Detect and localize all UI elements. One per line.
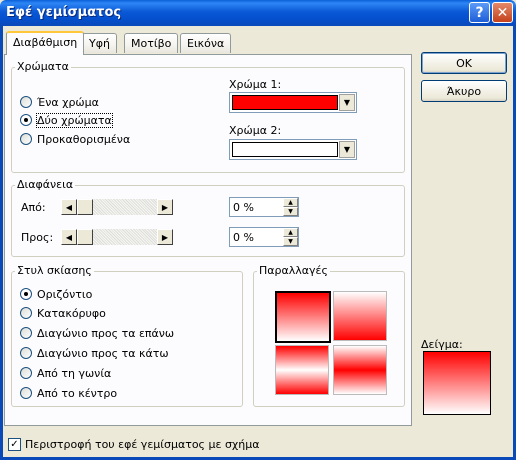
color1-dropdown[interactable]: ▼ — [229, 92, 357, 113]
transparency-to-label: Προς: — [21, 231, 54, 244]
spin-up-icon[interactable]: ▲ — [283, 198, 298, 207]
color2-swatch — [232, 142, 338, 157]
transparency-from-value[interactable]: 0 % — [233, 201, 254, 214]
scroll-right-icon[interactable]: ▶ — [157, 229, 173, 245]
tab-texture-label: Υφή — [89, 37, 110, 50]
spin-up-icon[interactable]: ▲ — [283, 228, 298, 237]
color1-swatch — [232, 95, 338, 110]
radio-preset-label[interactable]: Προκαθορισμένα — [37, 133, 130, 146]
transparency-to-value[interactable]: 0 % — [233, 231, 254, 244]
variant-tile-3[interactable] — [275, 345, 329, 395]
color1-label: Χρώμα 1: — [229, 78, 282, 91]
radio-one-color[interactable] — [20, 96, 32, 108]
variant-tile-1[interactable] — [275, 291, 331, 343]
radio-two-colors-label[interactable]: Δύο χρώματα — [36, 113, 113, 128]
tab-picture-label: Εικόνα — [187, 37, 225, 50]
rotate-fill-checkbox[interactable]: ✓ — [8, 438, 21, 451]
tab-gradient-label: Διαβάθμιση — [13, 36, 78, 49]
radio-one-color-label[interactable]: Ένα χρώμα — [37, 96, 99, 109]
help-button[interactable]: ? — [469, 2, 490, 23]
tab-pattern-label: Μοτίβο — [131, 37, 172, 50]
radio-diagonal-up[interactable] — [20, 327, 32, 339]
sample-label: Δείγμα: — [421, 338, 463, 351]
radio-diagonal-up-label[interactable]: Διαγώνιο προς τα επάνω — [37, 327, 174, 340]
scroll-left-icon[interactable]: ◀ — [61, 229, 77, 245]
ok-button[interactable]: OK — [421, 52, 507, 74]
scroll-left-icon[interactable]: ◀ — [61, 199, 77, 215]
scroll-right-icon[interactable]: ▶ — [157, 199, 173, 215]
radio-vertical-label[interactable]: Κατακόρυφο — [37, 307, 106, 320]
radio-horizontal[interactable] — [20, 288, 32, 300]
variant-tile-4[interactable] — [333, 345, 387, 395]
transparency-from-slider[interactable]: ◀ ▶ — [61, 199, 173, 215]
ok-button-label: OK — [456, 56, 472, 70]
transparency-to-spinner[interactable]: 0 % ▲ ▼ — [229, 227, 299, 247]
cancel-button[interactable]: Άκυρο — [421, 80, 507, 102]
radio-vertical[interactable] — [20, 307, 32, 319]
cancel-button-label: Άκυρο — [446, 84, 482, 98]
rotate-fill-label[interactable]: Περιστροφή του εφέ γεμίσματος με σχήμα — [25, 438, 260, 451]
close-button[interactable]: ✕ — [492, 2, 513, 23]
radio-from-center-label[interactable]: Από το κέντρο — [37, 387, 117, 400]
scroll-thumb[interactable] — [77, 199, 93, 215]
chevron-down-icon[interactable]: ▼ — [339, 94, 355, 111]
color2-label: Χρώμα 2: — [229, 124, 282, 137]
scroll-thumb[interactable] — [77, 229, 93, 245]
chevron-down-icon[interactable]: ▼ — [339, 141, 355, 158]
sample-preview — [423, 351, 491, 415]
radio-diagonal-down-label[interactable]: Διαγώνιο προς τα κάτω — [37, 347, 169, 360]
transparency-group-title: Διαφάνεια — [15, 178, 76, 191]
variants-group-title: Παραλλαγές — [257, 264, 330, 277]
title-bar[interactable]: Εφέ γεμίσματος ? ✕ — [0, 0, 516, 26]
variant-tile-2[interactable] — [333, 291, 387, 341]
transparency-group — [11, 185, 405, 257]
radio-two-colors[interactable] — [20, 114, 32, 126]
radio-from-corner-label[interactable]: Από τη γωνία — [37, 367, 111, 380]
radio-from-center[interactable] — [20, 387, 32, 399]
tab-texture[interactable]: Υφή — [82, 33, 117, 53]
colors-group-title: Χρώματα — [15, 60, 71, 73]
radio-preset[interactable] — [20, 133, 32, 145]
spin-down-icon[interactable]: ▼ — [283, 237, 298, 246]
color2-dropdown[interactable]: ▼ — [229, 139, 357, 160]
radio-diagonal-down[interactable] — [20, 347, 32, 359]
shading-styles-group-title: Στυλ σκίασης — [15, 264, 94, 277]
window-title: Εφέ γεμίσματος — [6, 5, 122, 20]
transparency-from-label: Από: — [21, 201, 46, 214]
transparency-to-slider[interactable]: ◀ ▶ — [61, 229, 173, 245]
radio-horizontal-label[interactable]: Οριζόντιο — [37, 288, 92, 301]
tab-pattern[interactable]: Μοτίβο — [124, 33, 179, 53]
tab-gradient[interactable]: Διαβάθμιση — [6, 31, 85, 55]
tab-panel-gradient: Χρώματα Ένα χρώμα Δύο χρώματα Προκαθορισ… — [4, 54, 412, 426]
transparency-from-spinner[interactable]: 0 % ▲ ▼ — [229, 197, 299, 217]
spin-down-icon[interactable]: ▼ — [283, 207, 298, 216]
tab-picture[interactable]: Εικόνα — [180, 33, 232, 53]
radio-from-corner[interactable] — [20, 367, 32, 379]
